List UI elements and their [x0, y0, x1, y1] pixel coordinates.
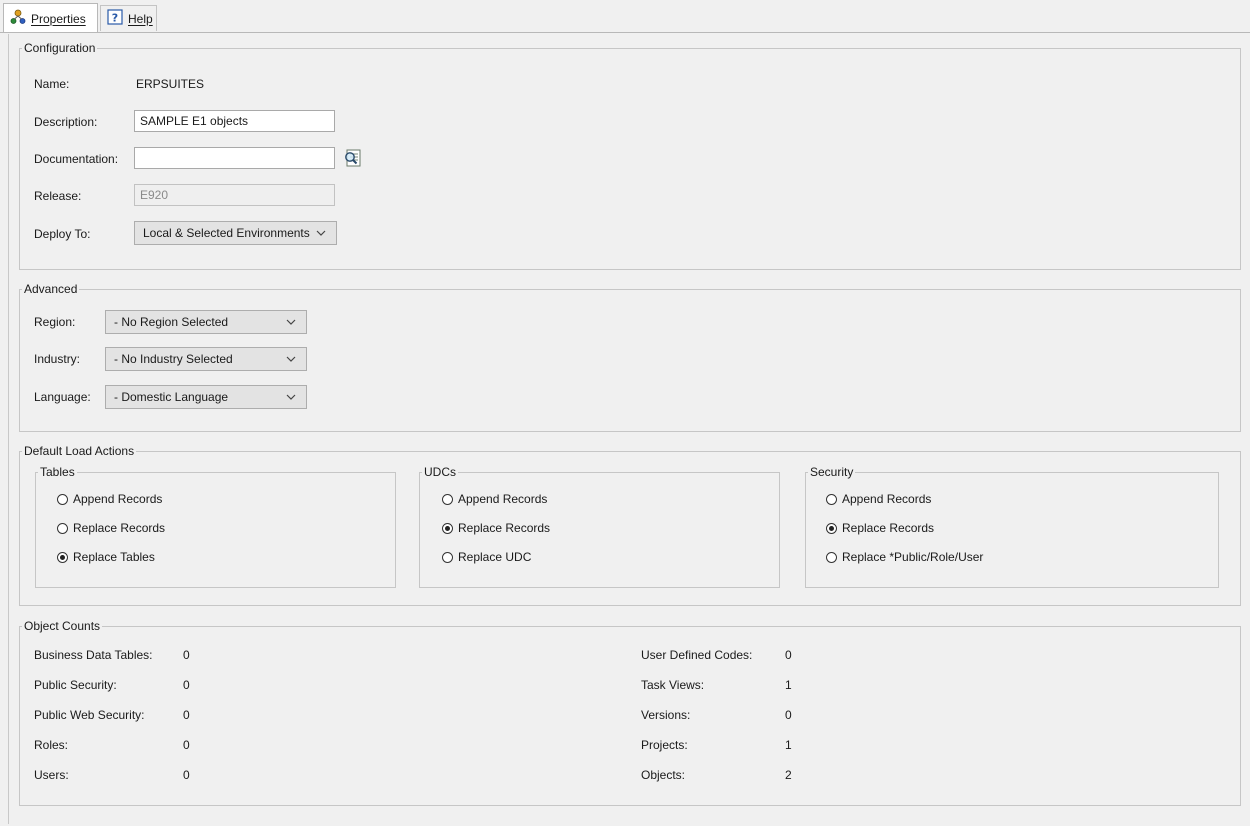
count-label: Versions:	[641, 708, 691, 722]
search-document-icon[interactable]	[343, 148, 363, 168]
language-label: Language:	[34, 390, 91, 404]
default-load-actions-legend: Default Load Actions	[24, 444, 135, 458]
configuration-legend: Configuration	[24, 41, 96, 55]
udcs-legend: UDCs	[424, 465, 456, 479]
release-field	[134, 184, 335, 206]
radio-label: Replace *Public/Role/User	[842, 550, 984, 564]
documentation-label: Documentation:	[34, 152, 119, 166]
help-icon: ?	[107, 9, 123, 28]
count-value: 1	[785, 678, 792, 692]
radio-circle	[442, 493, 453, 505]
region-select[interactable]: - No Region Selected	[105, 310, 307, 334]
properties-icon	[10, 9, 26, 28]
radio-circle-selected	[826, 522, 837, 534]
count-label: Task Views:	[641, 678, 705, 692]
tables-append-records-radio[interactable]: Append Records	[57, 492, 162, 506]
radio-circle	[57, 493, 68, 505]
deploy-to-select[interactable]: Local & Selected Environments	[134, 221, 337, 245]
advanced-legend: Advanced	[24, 282, 78, 296]
udcs-replace-udc-radio[interactable]: Replace UDC	[442, 550, 531, 564]
security-append-records-radio[interactable]: Append Records	[826, 492, 931, 506]
tab-help-label: Help	[128, 11, 153, 26]
chevron-down-icon	[314, 226, 328, 240]
description-field[interactable]	[134, 110, 335, 132]
count-label: Objects:	[641, 768, 686, 782]
language-value: - Domestic Language	[114, 390, 229, 404]
tab-divider	[0, 32, 1250, 33]
count-label: User Defined Codes:	[641, 648, 753, 662]
chevron-down-icon	[284, 390, 298, 404]
count-label: Public Security:	[34, 678, 117, 692]
tables-replace-records-radio[interactable]: Replace Records	[57, 521, 165, 535]
count-value: 2	[785, 768, 792, 782]
tab-properties[interactable]: Properties	[3, 3, 98, 33]
region-label: Region:	[34, 315, 76, 329]
count-value: 0	[183, 648, 190, 662]
region-value: - No Region Selected	[114, 315, 229, 329]
chevron-down-icon	[284, 315, 298, 329]
radio-circle	[826, 551, 837, 563]
radio-circle	[442, 551, 453, 563]
count-value: 1	[785, 738, 792, 752]
count-value: 0	[183, 738, 190, 752]
count-value: 0	[183, 708, 190, 722]
udcs-replace-records-radio[interactable]: Replace Records	[442, 521, 550, 535]
language-select[interactable]: - Domestic Language	[105, 385, 307, 409]
radio-circle-selected	[442, 522, 453, 534]
count-label: Roles:	[34, 738, 69, 752]
object-counts-group: Object Counts	[19, 619, 1241, 806]
name-value: ERPSUITES	[136, 77, 205, 91]
tab-help[interactable]: ? Help	[100, 5, 157, 31]
count-label: Projects:	[641, 738, 688, 752]
security-legend: Security	[810, 465, 854, 479]
industry-select[interactable]: - No Industry Selected	[105, 347, 307, 371]
count-value: 0	[183, 678, 190, 692]
count-label: Business Data Tables:	[34, 648, 153, 662]
properties-panel: Configuration Name: ERPSUITES Descriptio…	[8, 34, 1249, 824]
radio-label: Append Records	[458, 492, 548, 506]
deploy-to-value: Local & Selected Environments	[143, 226, 310, 240]
radio-circle-selected	[57, 551, 68, 563]
count-label: Users:	[34, 768, 69, 782]
radio-label: Append Records	[842, 492, 932, 506]
radio-circle	[57, 522, 68, 534]
tab-strip: Properties ? Help	[0, 0, 1250, 35]
documentation-field[interactable]	[134, 147, 335, 169]
udcs-append-records-radio[interactable]: Append Records	[442, 492, 547, 506]
tables-replace-tables-radio[interactable]: Replace Tables	[57, 550, 155, 564]
security-replace-records-radio[interactable]: Replace Records	[826, 521, 934, 535]
tables-legend: Tables	[40, 465, 75, 479]
radio-label: Replace Tables	[73, 550, 155, 564]
count-value: 0	[183, 768, 190, 782]
object-counts-legend: Object Counts	[24, 619, 101, 633]
radio-label: Append Records	[73, 492, 163, 506]
svg-text:?: ?	[112, 12, 118, 25]
name-label: Name:	[34, 77, 70, 91]
release-label: Release:	[34, 189, 82, 203]
industry-value: - No Industry Selected	[114, 352, 233, 366]
industry-label: Industry:	[34, 352, 81, 366]
count-label: Public Web Security:	[34, 708, 145, 722]
security-replace-public-role-user-radio[interactable]: Replace *Public/Role/User	[826, 550, 983, 564]
chevron-down-icon	[284, 352, 298, 366]
radio-label: Replace Records	[73, 521, 166, 535]
count-value: 0	[785, 708, 792, 722]
radio-circle	[826, 493, 837, 505]
radio-label: Replace UDC	[458, 550, 532, 564]
deploy-to-label: Deploy To:	[34, 227, 91, 241]
tab-properties-label: Properties	[31, 11, 86, 26]
radio-label: Replace Records	[458, 521, 551, 535]
radio-label: Replace Records	[842, 521, 935, 535]
count-value: 0	[785, 648, 792, 662]
description-label: Description:	[34, 115, 98, 129]
